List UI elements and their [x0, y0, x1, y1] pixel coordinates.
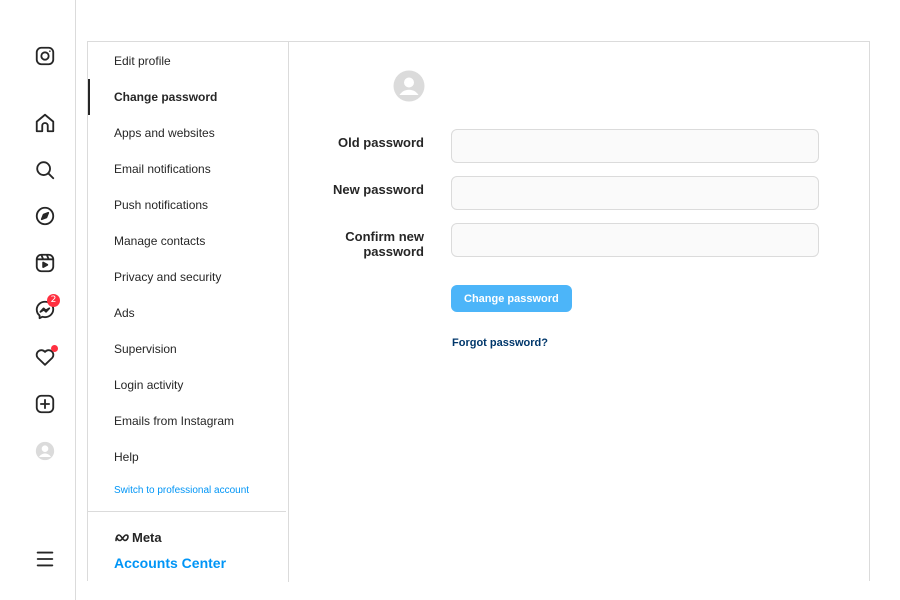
user-avatar	[393, 70, 425, 102]
confirm-password-label-line2: password	[363, 244, 424, 259]
instagram-icon[interactable]	[32, 43, 58, 69]
change-password-button[interactable]: Change password	[451, 285, 572, 312]
old-password-label: Old password	[338, 135, 424, 150]
profile-avatar-icon[interactable]	[32, 438, 58, 464]
change-password-form: Old password New password Confirm new pa…	[289, 42, 869, 582]
menu-item-change-password[interactable]: Change password	[88, 79, 288, 115]
menu-item-help[interactable]: Help	[88, 439, 288, 475]
settings-menu: Edit profile Change password Apps and we…	[88, 42, 289, 582]
messenger-icon[interactable]: 2	[32, 294, 60, 323]
confirm-password-input[interactable]	[451, 223, 819, 257]
confirm-password-label: Confirm new password	[284, 229, 424, 259]
forgot-password-link[interactable]: Forgot password?	[452, 337, 548, 349]
menu-item-email-notifications[interactable]: Email notifications	[88, 151, 288, 187]
new-password-input[interactable]	[451, 176, 819, 210]
settings-panel: Edit profile Change password Apps and we…	[87, 41, 870, 582]
confirm-password-label-line1: Confirm new	[345, 229, 424, 244]
menu-item-manage-contacts[interactable]: Manage contacts	[88, 223, 288, 259]
menu-item-push-notifications[interactable]: Push notifications	[88, 187, 288, 223]
old-password-input[interactable]	[451, 129, 819, 163]
reels-icon[interactable]	[32, 250, 58, 276]
home-icon[interactable]	[32, 110, 58, 136]
menu-divider	[88, 511, 286, 512]
create-icon[interactable]	[32, 391, 58, 417]
left-nav-rail: 2	[0, 0, 76, 600]
search-icon[interactable]	[32, 157, 58, 183]
meta-logo: Meta	[114, 530, 162, 545]
notification-dot	[51, 345, 58, 352]
messages-badge: 2	[47, 294, 60, 307]
menu-item-apps-and-websites[interactable]: Apps and websites	[88, 115, 288, 151]
new-password-label: New password	[332, 182, 424, 197]
more-menu-icon[interactable]	[32, 546, 58, 572]
switch-to-professional-link[interactable]: Switch to professional account	[114, 485, 249, 496]
meta-infinity-icon	[115, 533, 129, 541]
accounts-center-link[interactable]: Accounts Center	[114, 555, 226, 571]
menu-item-privacy-and-security[interactable]: Privacy and security	[88, 259, 288, 295]
menu-item-supervision[interactable]: Supervision	[88, 331, 288, 367]
heart-icon[interactable]	[32, 344, 58, 370]
meta-label: Meta	[132, 530, 162, 545]
menu-item-emails-from-instagram[interactable]: Emails from Instagram	[88, 403, 288, 439]
menu-item-ads[interactable]: Ads	[88, 295, 288, 331]
menu-item-login-activity[interactable]: Login activity	[88, 367, 288, 403]
explore-icon[interactable]	[32, 203, 58, 229]
menu-item-edit-profile[interactable]: Edit profile	[88, 43, 288, 79]
